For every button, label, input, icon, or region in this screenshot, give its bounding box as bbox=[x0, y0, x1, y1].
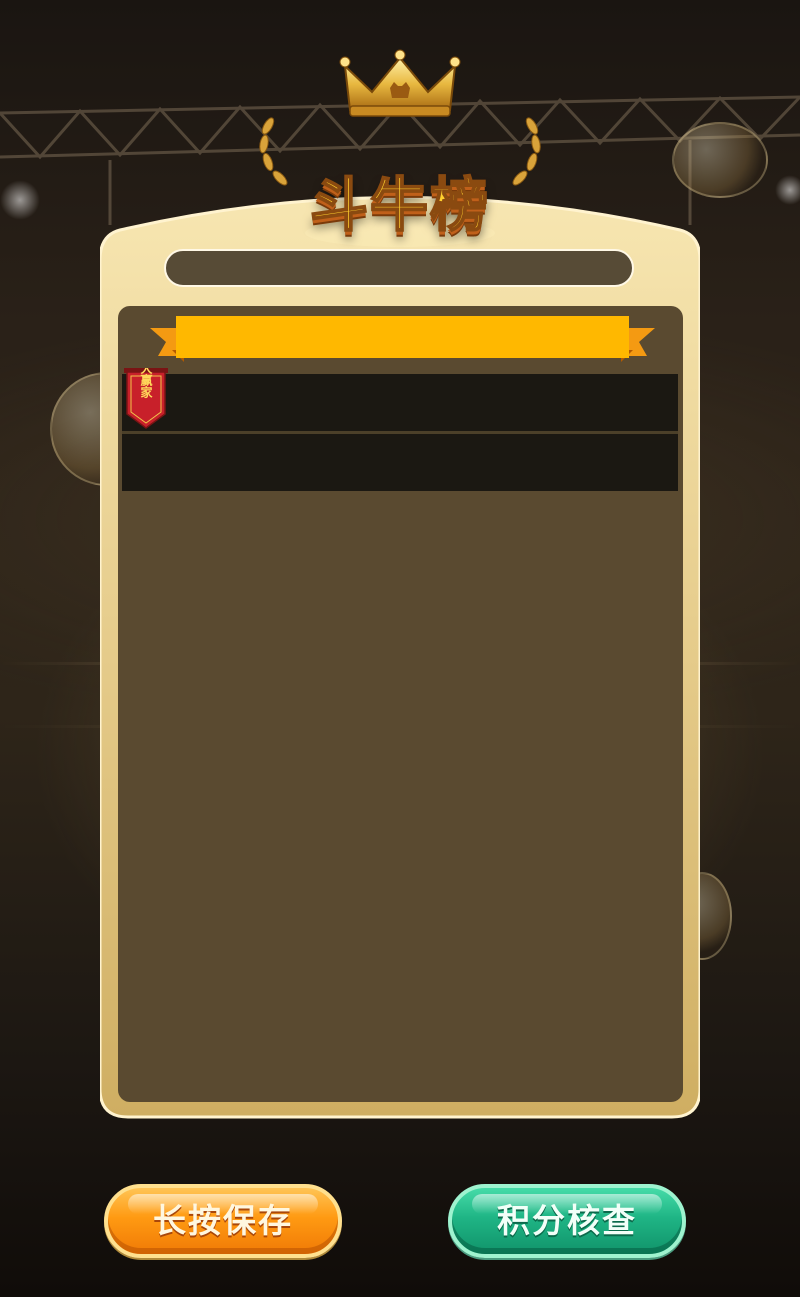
game-title: 斗牛榜 bbox=[309, 171, 490, 239]
leaderboard-panel: 大赢家 bbox=[100, 185, 700, 1119]
save-button[interactable]: 长按保存 bbox=[104, 1184, 342, 1258]
spotlight bbox=[0, 180, 40, 220]
table-row bbox=[122, 374, 678, 431]
score-check-button[interactable]: 积分核查 bbox=[448, 1184, 686, 1258]
ribbon-label bbox=[178, 316, 632, 358]
game-logo: 斗牛榜 bbox=[250, 48, 550, 248]
name-bar bbox=[164, 249, 634, 287]
table-row bbox=[122, 434, 678, 491]
score-check-button-label: 积分核查 bbox=[497, 1201, 637, 1240]
winner-badge-icon: 大赢家 bbox=[124, 368, 168, 429]
save-button-label: 长按保存 bbox=[153, 1201, 293, 1240]
winner-badge-label: 大赢家 bbox=[139, 368, 153, 399]
spotlight bbox=[775, 175, 800, 205]
